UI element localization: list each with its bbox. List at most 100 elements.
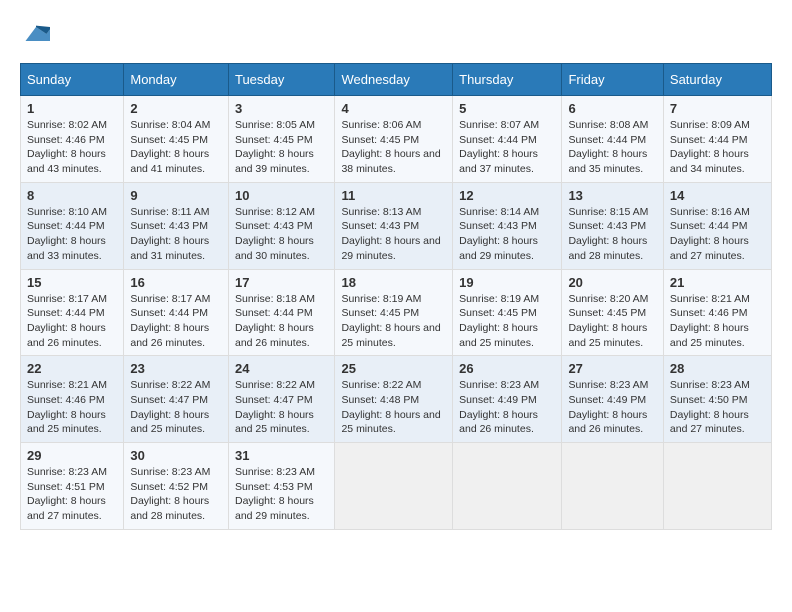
day-number: 10 [235,188,328,203]
calendar-cell: 16 Sunrise: 8:17 AM Sunset: 4:44 PM Dayl… [124,269,229,356]
sunrise-label: Sunrise: [568,293,609,305]
daylight-label: Daylight: 8 hours and 25 minutes. [459,322,538,349]
calendar-cell: 13 Sunrise: 8:15 AM Sunset: 4:43 PM Dayl… [562,182,663,269]
sunrise-time: 8:05 AM [276,119,315,131]
sunset-time: 4:48 PM [380,394,419,406]
daylight-label: Daylight: 8 hours and 25 minutes. [341,322,440,349]
day-info: Sunrise: 8:04 AM Sunset: 4:45 PM Dayligh… [130,118,222,177]
daylight-label: Daylight: 8 hours and 34 minutes. [670,148,749,175]
sunset-time: 4:44 PM [169,307,208,319]
sunrise-label: Sunrise: [459,379,500,391]
sunset-label: Sunset: [27,307,66,319]
sunrise-label: Sunrise: [130,206,171,218]
day-info: Sunrise: 8:02 AM Sunset: 4:46 PM Dayligh… [27,118,117,177]
sunset-time: 4:44 PM [708,134,747,146]
sunset-time: 4:44 PM [498,134,537,146]
calendar-cell [335,443,453,530]
daylight-label: Daylight: 8 hours and 26 minutes. [459,409,538,436]
calendar-cell: 20 Sunrise: 8:20 AM Sunset: 4:45 PM Dayl… [562,269,663,356]
sunset-time: 4:45 PM [498,307,537,319]
day-info: Sunrise: 8:15 AM Sunset: 4:43 PM Dayligh… [568,205,656,264]
day-of-week-sunday: Sunday [21,64,124,96]
sunrise-label: Sunrise: [235,293,276,305]
day-info: Sunrise: 8:05 AM Sunset: 4:45 PM Dayligh… [235,118,328,177]
calendar-cell: 22 Sunrise: 8:21 AM Sunset: 4:46 PM Dayl… [21,356,124,443]
sunrise-time: 8:22 AM [172,379,211,391]
sunrise-label: Sunrise: [235,119,276,131]
day-number: 14 [670,188,765,203]
day-of-week-wednesday: Wednesday [335,64,453,96]
daylight-label: Daylight: 8 hours and 25 minutes. [341,409,440,436]
sunrise-time: 8:04 AM [172,119,211,131]
sunrise-time: 8:17 AM [172,293,211,305]
sunset-label: Sunset: [459,220,498,232]
day-info: Sunrise: 8:09 AM Sunset: 4:44 PM Dayligh… [670,118,765,177]
daylight-label: Daylight: 8 hours and 38 minutes. [341,148,440,175]
daylight-label: Daylight: 8 hours and 35 minutes. [568,148,647,175]
sunset-label: Sunset: [670,307,709,319]
daylight-label: Daylight: 8 hours and 41 minutes. [130,148,209,175]
sunrise-label: Sunrise: [130,379,171,391]
day-info: Sunrise: 8:21 AM Sunset: 4:46 PM Dayligh… [27,378,117,437]
sunrise-time: 8:20 AM [610,293,649,305]
sunset-time: 4:46 PM [708,307,747,319]
sunset-label: Sunset: [568,134,607,146]
day-info: Sunrise: 8:17 AM Sunset: 4:44 PM Dayligh… [27,292,117,351]
day-number: 22 [27,361,117,376]
daylight-label: Daylight: 8 hours and 39 minutes. [235,148,314,175]
sunset-label: Sunset: [459,394,498,406]
day-info: Sunrise: 8:23 AM Sunset: 4:49 PM Dayligh… [459,378,555,437]
day-number: 8 [27,188,117,203]
daylight-label: Daylight: 8 hours and 28 minutes. [130,495,209,522]
day-number: 17 [235,275,328,290]
sunrise-label: Sunrise: [670,206,711,218]
sunrise-label: Sunrise: [341,206,382,218]
sunset-label: Sunset: [670,134,709,146]
calendar-cell: 15 Sunrise: 8:17 AM Sunset: 4:44 PM Dayl… [21,269,124,356]
calendar-cell: 14 Sunrise: 8:16 AM Sunset: 4:44 PM Dayl… [663,182,771,269]
day-info: Sunrise: 8:23 AM Sunset: 4:51 PM Dayligh… [27,465,117,524]
sunset-time: 4:49 PM [498,394,537,406]
sunrise-time: 8:22 AM [383,379,422,391]
calendar-cell: 10 Sunrise: 8:12 AM Sunset: 4:43 PM Dayl… [228,182,334,269]
day-of-week-tuesday: Tuesday [228,64,334,96]
sunset-time: 4:52 PM [169,481,208,493]
sunset-time: 4:45 PM [380,307,419,319]
sunrise-time: 8:15 AM [610,206,649,218]
day-info: Sunrise: 8:22 AM Sunset: 4:48 PM Dayligh… [341,378,446,437]
day-number: 28 [670,361,765,376]
calendar-cell: 18 Sunrise: 8:19 AM Sunset: 4:45 PM Dayl… [335,269,453,356]
sunrise-label: Sunrise: [235,379,276,391]
sunrise-label: Sunrise: [459,119,500,131]
daylight-label: Daylight: 8 hours and 27 minutes. [27,495,106,522]
sunset-time: 4:44 PM [66,220,105,232]
daylight-label: Daylight: 8 hours and 25 minutes. [130,409,209,436]
sunset-label: Sunset: [568,220,607,232]
day-number: 26 [459,361,555,376]
sunrise-label: Sunrise: [130,466,171,478]
sunset-time: 4:43 PM [274,220,313,232]
daylight-label: Daylight: 8 hours and 26 minutes. [568,409,647,436]
day-number: 27 [568,361,656,376]
day-info: Sunrise: 8:17 AM Sunset: 4:44 PM Dayligh… [130,292,222,351]
day-info: Sunrise: 8:22 AM Sunset: 4:47 PM Dayligh… [235,378,328,437]
sunrise-time: 8:07 AM [501,119,540,131]
day-info: Sunrise: 8:10 AM Sunset: 4:44 PM Dayligh… [27,205,117,264]
sunset-label: Sunset: [130,307,169,319]
day-info: Sunrise: 8:11 AM Sunset: 4:43 PM Dayligh… [130,205,222,264]
sunrise-label: Sunrise: [341,119,382,131]
day-info: Sunrise: 8:23 AM Sunset: 4:53 PM Dayligh… [235,465,328,524]
sunset-label: Sunset: [568,394,607,406]
sunrise-time: 8:08 AM [610,119,649,131]
day-number: 5 [459,101,555,116]
sunrise-time: 8:10 AM [68,206,107,218]
calendar-table: SundayMondayTuesdayWednesdayThursdayFrid… [20,63,772,530]
calendar-cell: 11 Sunrise: 8:13 AM Sunset: 4:43 PM Dayl… [335,182,453,269]
day-number: 18 [341,275,446,290]
sunrise-time: 8:23 AM [610,379,649,391]
calendar-cell: 12 Sunrise: 8:14 AM Sunset: 4:43 PM Dayl… [453,182,562,269]
sunrise-label: Sunrise: [130,293,171,305]
sunset-label: Sunset: [568,307,607,319]
day-of-week-monday: Monday [124,64,229,96]
daylight-label: Daylight: 8 hours and 29 minutes. [235,495,314,522]
